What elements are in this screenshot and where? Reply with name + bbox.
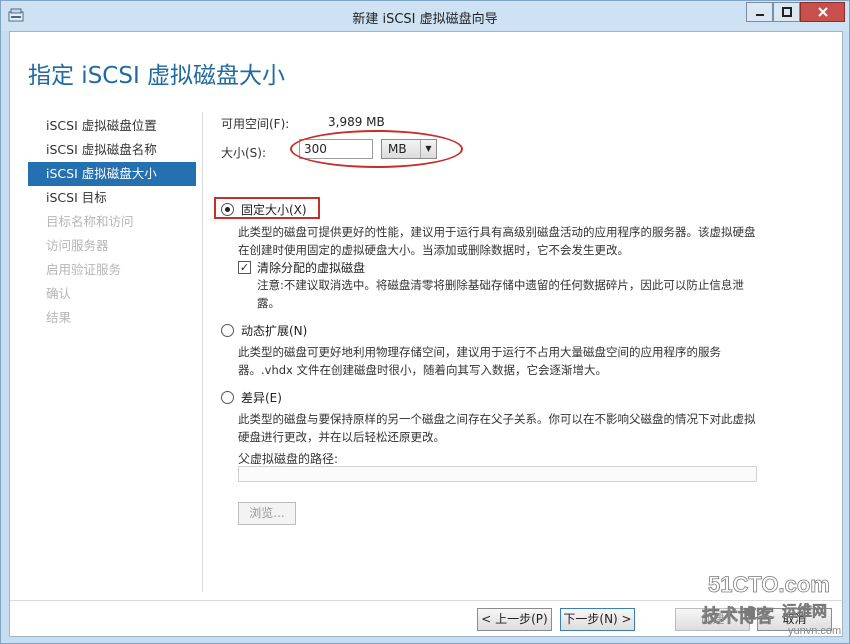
differencing-label: 差异(E) bbox=[241, 391, 282, 405]
size-annotation-ellipse bbox=[290, 130, 463, 168]
clear-disk-label: 清除分配的虚拟磁盘 bbox=[257, 261, 366, 275]
watermark-line2: 技术博客 bbox=[702, 605, 775, 627]
differencing-option[interactable]: 差异(E) bbox=[221, 389, 282, 406]
clear-disk-checkbox[interactable]: ✓ bbox=[238, 261, 251, 274]
differencing-radio[interactable] bbox=[221, 391, 234, 404]
minimize-button[interactable] bbox=[746, 2, 773, 22]
nav-item-results: 结果 bbox=[46, 310, 72, 325]
browse-button: 浏览... bbox=[238, 502, 296, 525]
fixed-size-radio[interactable] bbox=[221, 203, 234, 216]
wizard-steps-nav: iSCSI 虚拟磁盘位置 iSCSI 虚拟磁盘名称 iSCSI 虚拟磁盘大小 i… bbox=[28, 114, 196, 330]
nav-item-disk-name[interactable]: iSCSI 虚拟磁盘名称 bbox=[28, 138, 196, 162]
nav-item-disk-size[interactable]: iSCSI 虚拟磁盘大小 bbox=[28, 162, 196, 186]
next-button[interactable]: 下一步(N) > bbox=[560, 608, 635, 631]
dynamic-expand-description: 此类型的磁盘可更好地利用物理存储空间，建议用于运行不占用大量磁盘空间的应用程序的… bbox=[238, 345, 721, 377]
previous-button[interactable]: < 上一步(P) bbox=[477, 608, 552, 631]
parent-path-label: 父虚拟磁盘的路径: bbox=[238, 452, 339, 466]
size-label: 大小(S): bbox=[221, 146, 267, 160]
available-space-label: 可用空间(F): bbox=[221, 117, 290, 131]
page-title: 指定 iSCSI 虚拟磁盘大小 bbox=[28, 63, 286, 89]
close-button[interactable] bbox=[800, 2, 845, 22]
clear-disk-note: 注意:不建议取消选中。将磁盘清零将删除基础存储中遗留的任何数据碎片，因此可以防止… bbox=[257, 278, 744, 310]
nav-item-confirmation: 确认 bbox=[46, 286, 72, 301]
dynamic-expand-radio[interactable] bbox=[221, 324, 234, 337]
wizard-window: 新建 iSCSI 虚拟磁盘向导 指定 iSCSI 虚拟磁盘大小 iSCSI 虚拟… bbox=[0, 0, 850, 644]
minimize-icon bbox=[755, 14, 764, 16]
watermark-line4: yunvn.com bbox=[788, 625, 841, 637]
nav-item-target-name: 目标名称和访问 bbox=[46, 214, 134, 229]
nav-item-iscsi-target[interactable]: iSCSI 目标 bbox=[28, 186, 196, 210]
watermark-line3: 运维网 bbox=[782, 602, 827, 620]
maximize-button[interactable] bbox=[773, 2, 800, 22]
title-bar: 新建 iSCSI 虚拟磁盘向导 bbox=[1, 1, 849, 31]
nav-item-disk-location[interactable]: iSCSI 虚拟磁盘位置 bbox=[28, 114, 196, 138]
parent-path-input bbox=[238, 466, 757, 482]
maximize-icon bbox=[781, 7, 792, 17]
wizard-body: 指定 iSCSI 虚拟磁盘大小 iSCSI 虚拟磁盘位置 iSCSI 虚拟磁盘名… bbox=[9, 31, 843, 637]
nav-item-auth-services: 启用验证服务 bbox=[46, 262, 122, 277]
close-icon bbox=[817, 7, 828, 17]
fixed-size-option[interactable]: 固定大小(X) bbox=[221, 201, 307, 218]
fixed-size-label: 固定大小(X) bbox=[241, 203, 307, 217]
differencing-description: 此类型的磁盘与要保持原样的另一个磁盘之间存在父子关系。你可以在不影响父磁盘的情况… bbox=[238, 412, 756, 444]
fixed-size-description: 此类型的磁盘可提供更好的性能，建议用于运行具有高级别磁盘活动的应用程序的服务器。… bbox=[238, 225, 756, 257]
dynamic-expand-option[interactable]: 动态扩展(N) bbox=[221, 322, 307, 339]
watermark-line1: 51CTO.com bbox=[708, 572, 830, 597]
dynamic-expand-label: 动态扩展(N) bbox=[241, 324, 308, 338]
nav-divider bbox=[202, 112, 203, 592]
window-title: 新建 iSCSI 虚拟磁盘向导 bbox=[352, 12, 498, 27]
available-space-value: 3,989 MB bbox=[328, 115, 385, 129]
clear-disk-option[interactable]: ✓ 清除分配的虚拟磁盘 bbox=[238, 259, 365, 276]
site-watermark: 51CTO.com 技术博客 运维网 yunvn.com bbox=[702, 572, 842, 637]
nav-item-access-servers: 访问服务器 bbox=[46, 238, 109, 253]
